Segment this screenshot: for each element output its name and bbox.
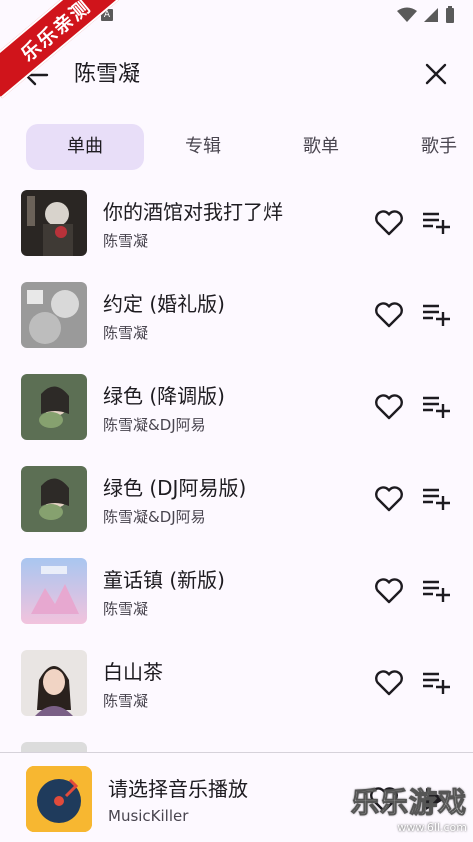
now-playing-title: 请选择音乐播放 [108,777,248,801]
now-playing-cover [26,766,92,832]
song-row[interactable]: 绿色 (降调版) 陈雪凝&DJ阿易 [0,360,473,452]
song-row[interactable]: 白山茶 陈雪凝 [0,636,473,728]
battery-icon [446,6,454,23]
song-artist: 陈雪凝&DJ阿易 [103,416,206,434]
album-cover [21,466,87,532]
song-row[interactable]: 童话镇 (新版) 陈雪凝 [0,544,473,636]
song-title: 约定 (婚礼版) [103,292,225,316]
favorite-heart-icon[interactable] [373,482,405,514]
add-to-queue-icon[interactable] [421,576,451,604]
top-app-bar: 陈雪凝 [0,50,473,100]
status-icons [397,6,455,24]
song-title: 童话镇 (新版) [103,568,225,592]
song-artist: 陈雪凝 [103,692,149,710]
tab-artists[interactable]: 歌手 [380,124,473,170]
song-artist: 陈雪凝 [103,232,149,250]
watermark-url: www.6ll.com [397,821,467,834]
album-cover [21,742,87,752]
add-to-queue-icon[interactable] [421,484,451,512]
favorite-heart-icon[interactable] [373,298,405,330]
song-artist: 陈雪凝 [103,324,149,342]
song-row[interactable]: 绿色 (DJ阿易版) 陈雪凝&DJ阿易 [0,452,473,544]
watermark-brand: 乐乐游戏 [350,786,467,820]
tab-songs[interactable]: 单曲 [26,124,144,170]
tab-playlists[interactable]: 歌单 [262,124,380,170]
song-list: 你的酒馆对我打了烊 陈雪凝 约定 (婚礼版) 陈雪凝 绿色 (降调版) 陈雪凝&… [0,176,473,752]
now-playing-subtitle: MusicKiller [108,807,189,825]
favorite-heart-icon[interactable] [373,574,405,606]
album-cover [21,374,87,440]
search-category-tabs: 单曲 专辑 歌单 歌手 [26,124,473,170]
album-cover [21,282,87,348]
add-to-queue-icon[interactable] [421,300,451,328]
song-title: 绿色 (DJ阿易版) [103,476,247,500]
page-title: 陈雪凝 [74,62,141,87]
wifi-icon [397,7,417,22]
album-cover [21,558,87,624]
song-row[interactable]: 你的酒馆对我打了烊 陈雪凝 [0,176,473,268]
favorite-heart-icon[interactable] [373,666,405,698]
song-title: 你的酒馆对我打了烊 [103,200,283,224]
tab-albums[interactable]: 专辑 [144,124,262,170]
song-artist: 陈雪凝 [103,600,149,618]
album-cover [21,190,87,256]
song-row[interactable]: 约定 (婚礼版) 陈雪凝 [0,268,473,360]
signal-icon [424,8,438,22]
add-to-queue-icon[interactable] [421,392,451,420]
close-icon[interactable] [423,61,449,87]
add-to-queue-icon[interactable] [421,208,451,236]
song-row-partial[interactable] [0,728,473,752]
favorite-heart-icon[interactable] [373,206,405,238]
song-title: 绿色 (降调版) [103,384,225,408]
add-to-queue-icon[interactable] [421,668,451,696]
song-title: 白山茶 [103,660,163,684]
album-cover [21,650,87,716]
favorite-heart-icon[interactable] [373,390,405,422]
song-artist: 陈雪凝&DJ阿易 [103,508,206,526]
watermark-bottom-right: 乐乐游戏 www.6ll.com [350,781,467,835]
